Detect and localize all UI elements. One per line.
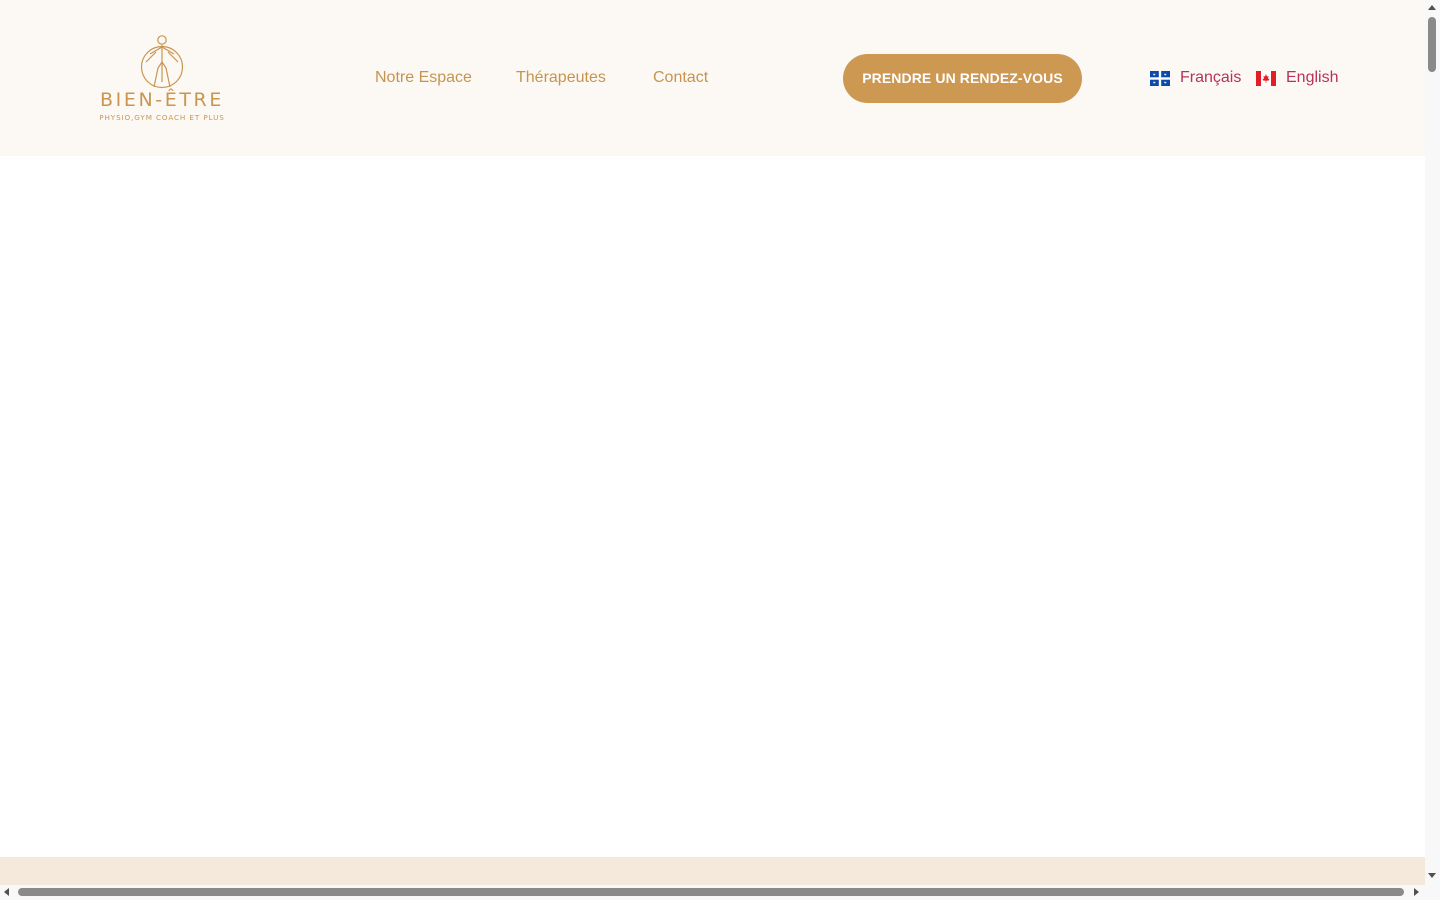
nav-notre-espace[interactable]: Notre Espace	[375, 66, 472, 90]
nav-contact[interactable]: Contact	[653, 66, 708, 90]
quebec-flag-icon	[1150, 71, 1170, 86]
vertical-scrollbar[interactable]	[1425, 0, 1440, 885]
horizontal-scrollbar-thumb[interactable]	[18, 888, 1404, 896]
scroll-right-arrow-icon[interactable]	[1414, 888, 1419, 896]
scroll-left-arrow-icon[interactable]	[4, 888, 9, 896]
canada-flag-icon	[1256, 71, 1276, 86]
main-content-area	[0, 156, 1425, 857]
site-logo[interactable]: BIEN-ÊTRE PHYSIO,GYM COACH ET PLUS	[80, 32, 244, 124]
site-header: BIEN-ÊTRE PHYSIO,GYM COACH ET PLUS Notre…	[0, 0, 1425, 156]
vitruvian-figure-icon	[140, 35, 184, 89]
scrollbar-corner	[1425, 885, 1440, 900]
horizontal-scrollbar[interactable]	[0, 885, 1425, 900]
page: BIEN-ÊTRE PHYSIO,GYM COACH ET PLUS Notre…	[0, 0, 1425, 885]
language-francais-label: Français	[1180, 69, 1242, 86]
logo-tagline: PHYSIO,GYM COACH ET PLUS	[99, 113, 225, 122]
footer-band	[0, 857, 1425, 885]
vertical-scrollbar-thumb[interactable]	[1428, 17, 1436, 72]
scroll-down-arrow-icon[interactable]	[1428, 873, 1436, 878]
nav-therapeutes[interactable]: Thérapeutes	[516, 66, 606, 90]
logo-wordmark: BIEN-ÊTRE	[100, 89, 224, 111]
book-appointment-button[interactable]: PRENDRE UN RENDEZ-VOUS	[843, 54, 1082, 103]
language-english-label: English	[1286, 69, 1339, 86]
scroll-up-arrow-icon[interactable]	[1428, 5, 1436, 10]
